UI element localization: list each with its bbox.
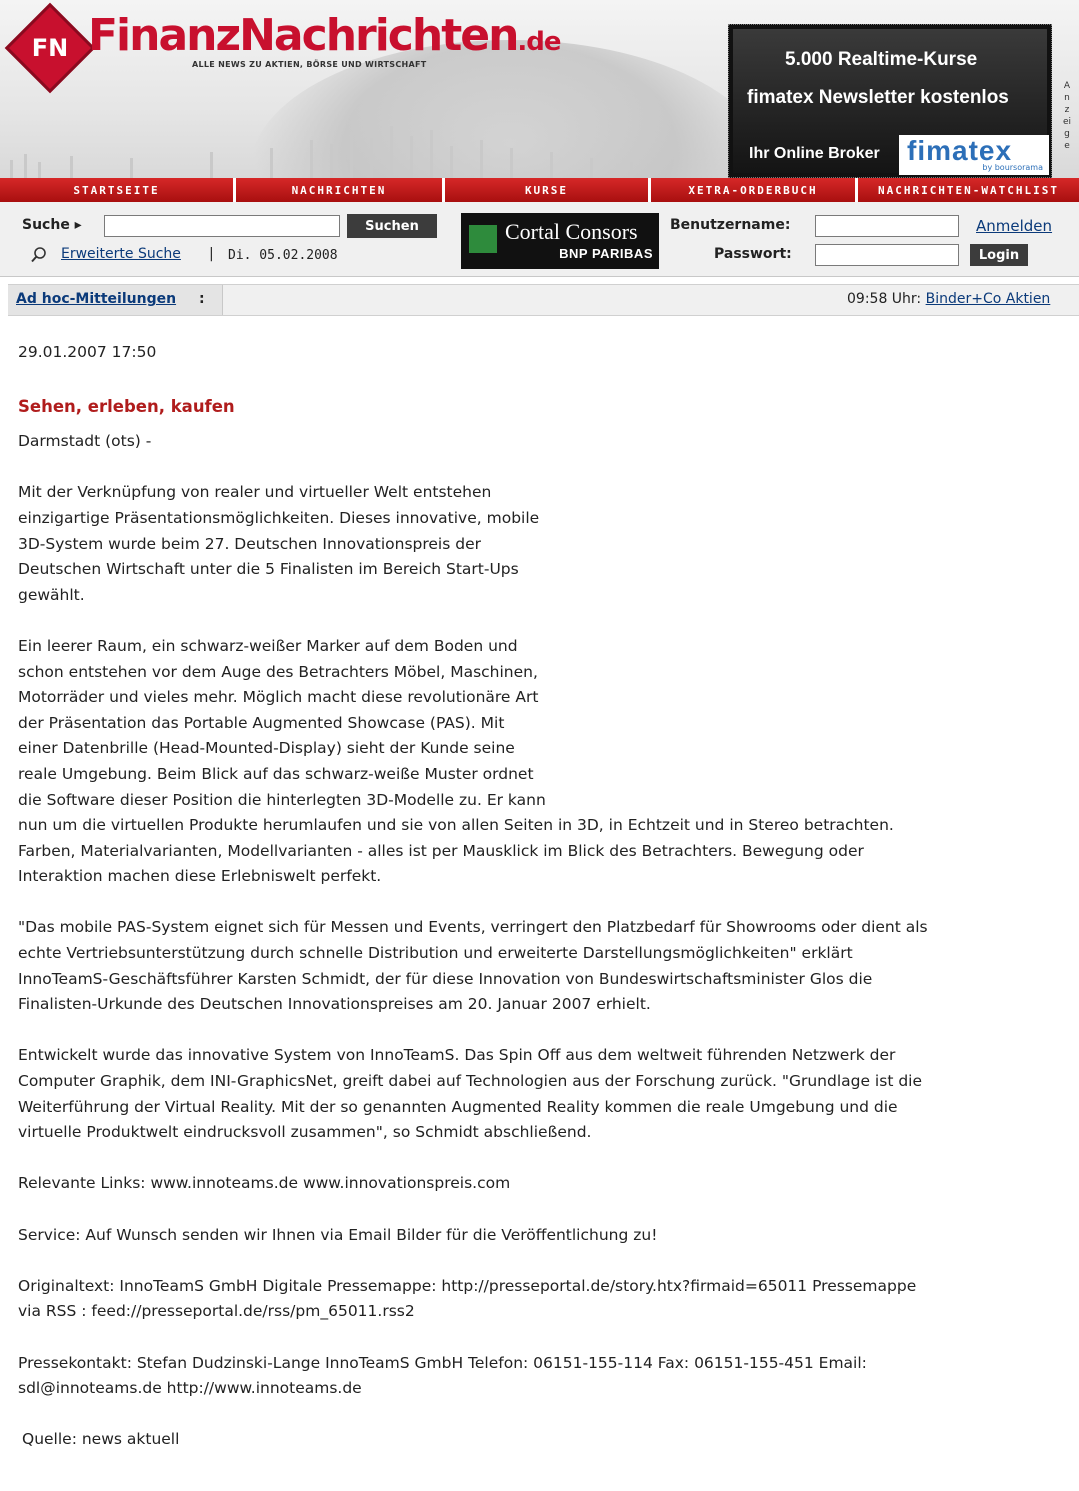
logo-tld: .de — [517, 27, 561, 57]
password-input[interactable] — [815, 244, 959, 266]
advanced-search-link[interactable]: Erweiterte Suche — [61, 246, 181, 262]
ticker-item: 09:58 Uhr: Binder+Co Aktien — [847, 291, 1079, 307]
article-date: 29.01.2007 17:50 — [18, 343, 157, 361]
ticker-colon: : — [199, 291, 205, 307]
username-input[interactable] — [815, 215, 959, 237]
sponsor-banner[interactable]: Cortal Consors BNP PARIBAS — [461, 213, 659, 269]
login-button[interactable]: Login — [970, 244, 1028, 266]
ad-brand-sub: by boursorama — [982, 163, 1043, 172]
ticker-time: 09:58 Uhr: — [847, 291, 922, 307]
search-login-bar: Suche ▸ Suchen Erweiterte Suche | Di. 05… — [0, 202, 1079, 277]
search-icon — [30, 246, 48, 264]
nav-tab-startseite[interactable]: STARTSEITE — [0, 178, 233, 202]
ad-background: 5.000 Realtime-Kurse fimatex Newsletter … — [733, 29, 1049, 175]
article-paragraph-4: Entwickelt wurde das innovative System v… — [18, 1046, 923, 1142]
chart-bars-decoration — [10, 126, 633, 178]
register-link[interactable]: Anmelden — [976, 217, 1052, 235]
site-logo[interactable]: FinanzNachrichten.de — [88, 10, 562, 66]
ad-brand-box: fimatex by boursorama — [899, 135, 1049, 175]
logo-part-2: Nachrichten — [239, 10, 519, 61]
article-title: Sehen, erleben, kaufen — [18, 396, 235, 416]
username-label: Benutzername: — [670, 217, 791, 233]
news-ticker: Ad hoc-Mitteilungen : 09:58 Uhr: Binder+… — [8, 284, 1079, 316]
password-label: Passwort: — [714, 246, 792, 262]
ad-label: Anzeige — [1062, 81, 1072, 151]
sponsor-logo-icon — [469, 225, 497, 253]
ad-headline: 5.000 Realtime-Kurse — [785, 49, 978, 70]
toolbar-separator: | — [209, 246, 214, 262]
ticker-label-box: Ad hoc-Mitteilungen : — [8, 285, 223, 315]
ad-subline: fimatex Newsletter kostenlos — [747, 87, 1009, 108]
article-original-text: Originaltext: InnoTeamS GmbH Digitale Pr… — [18, 1276, 917, 1321]
main-navigation: STARTSEITE NACHRICHTEN KURSE XETRA-ORDER… — [0, 178, 1079, 202]
site-header: FN FinanzNachrichten.de ALLE NEWS ZU AKT… — [0, 0, 1079, 178]
logo-badge-text[interactable]: FN — [18, 16, 82, 80]
sponsor-subtitle: BNP PARIBAS — [559, 246, 653, 261]
article-paragraph-2b: nun um die virtuellen Produkte herumlauf… — [18, 816, 894, 886]
article-source: Quelle: news aktuell — [22, 1430, 180, 1449]
ad-tagline: Ihr Online Broker — [749, 145, 880, 162]
logo-part-1: Finanz — [88, 10, 241, 61]
logo-tagline: ALLE NEWS ZU AKTIEN, BÖRSE UND WIRTSCHAF… — [192, 60, 427, 69]
article-paragraph-1: Mit der Verknüpfung von realer und virtu… — [18, 483, 540, 604]
article-paragraph-3: "Das mobile PAS-System eignet sich für M… — [18, 918, 928, 1014]
advertisement-banner[interactable]: 5.000 Realtime-Kurse fimatex Newsletter … — [728, 24, 1052, 178]
nav-tab-xetra-orderbuch[interactable]: XETRA-ORDERBUCH — [651, 178, 855, 202]
article: 29.01.2007 17:50 Sehen, erleben, kaufen … — [18, 340, 1068, 1479]
nav-tab-kurse[interactable]: KURSE — [445, 178, 648, 202]
search-button[interactable]: Suchen — [347, 214, 437, 238]
article-dateline: Darmstadt (ots) - — [18, 432, 152, 451]
article-relevant-links: Relevante Links: www.innoteams.de www.in… — [18, 1174, 511, 1193]
nav-tab-nachrichten-watchlist[interactable]: NACHRICHTEN-WATCHLIST — [858, 178, 1079, 202]
article-press-contact: Pressekontakt: Stefan Dudzinski-Lange In… — [18, 1353, 867, 1398]
article-service: Service: Auf Wunsch senden wir Ihnen via… — [18, 1225, 658, 1244]
search-label: Suche ▸ — [22, 217, 82, 233]
nav-tab-nachrichten[interactable]: NACHRICHTEN — [236, 178, 442, 202]
ticker-headline-link[interactable]: Binder+Co Aktien — [926, 291, 1051, 307]
article-paragraph-2a: Ein leerer Raum, ein schwarz-weißer Mark… — [18, 636, 546, 809]
search-input[interactable] — [104, 215, 340, 237]
current-date: Di. 05.02.2008 — [228, 248, 338, 263]
ticker-category-link[interactable]: Ad hoc-Mitteilungen — [16, 291, 176, 307]
sponsor-name: Cortal Consors — [505, 219, 638, 244]
